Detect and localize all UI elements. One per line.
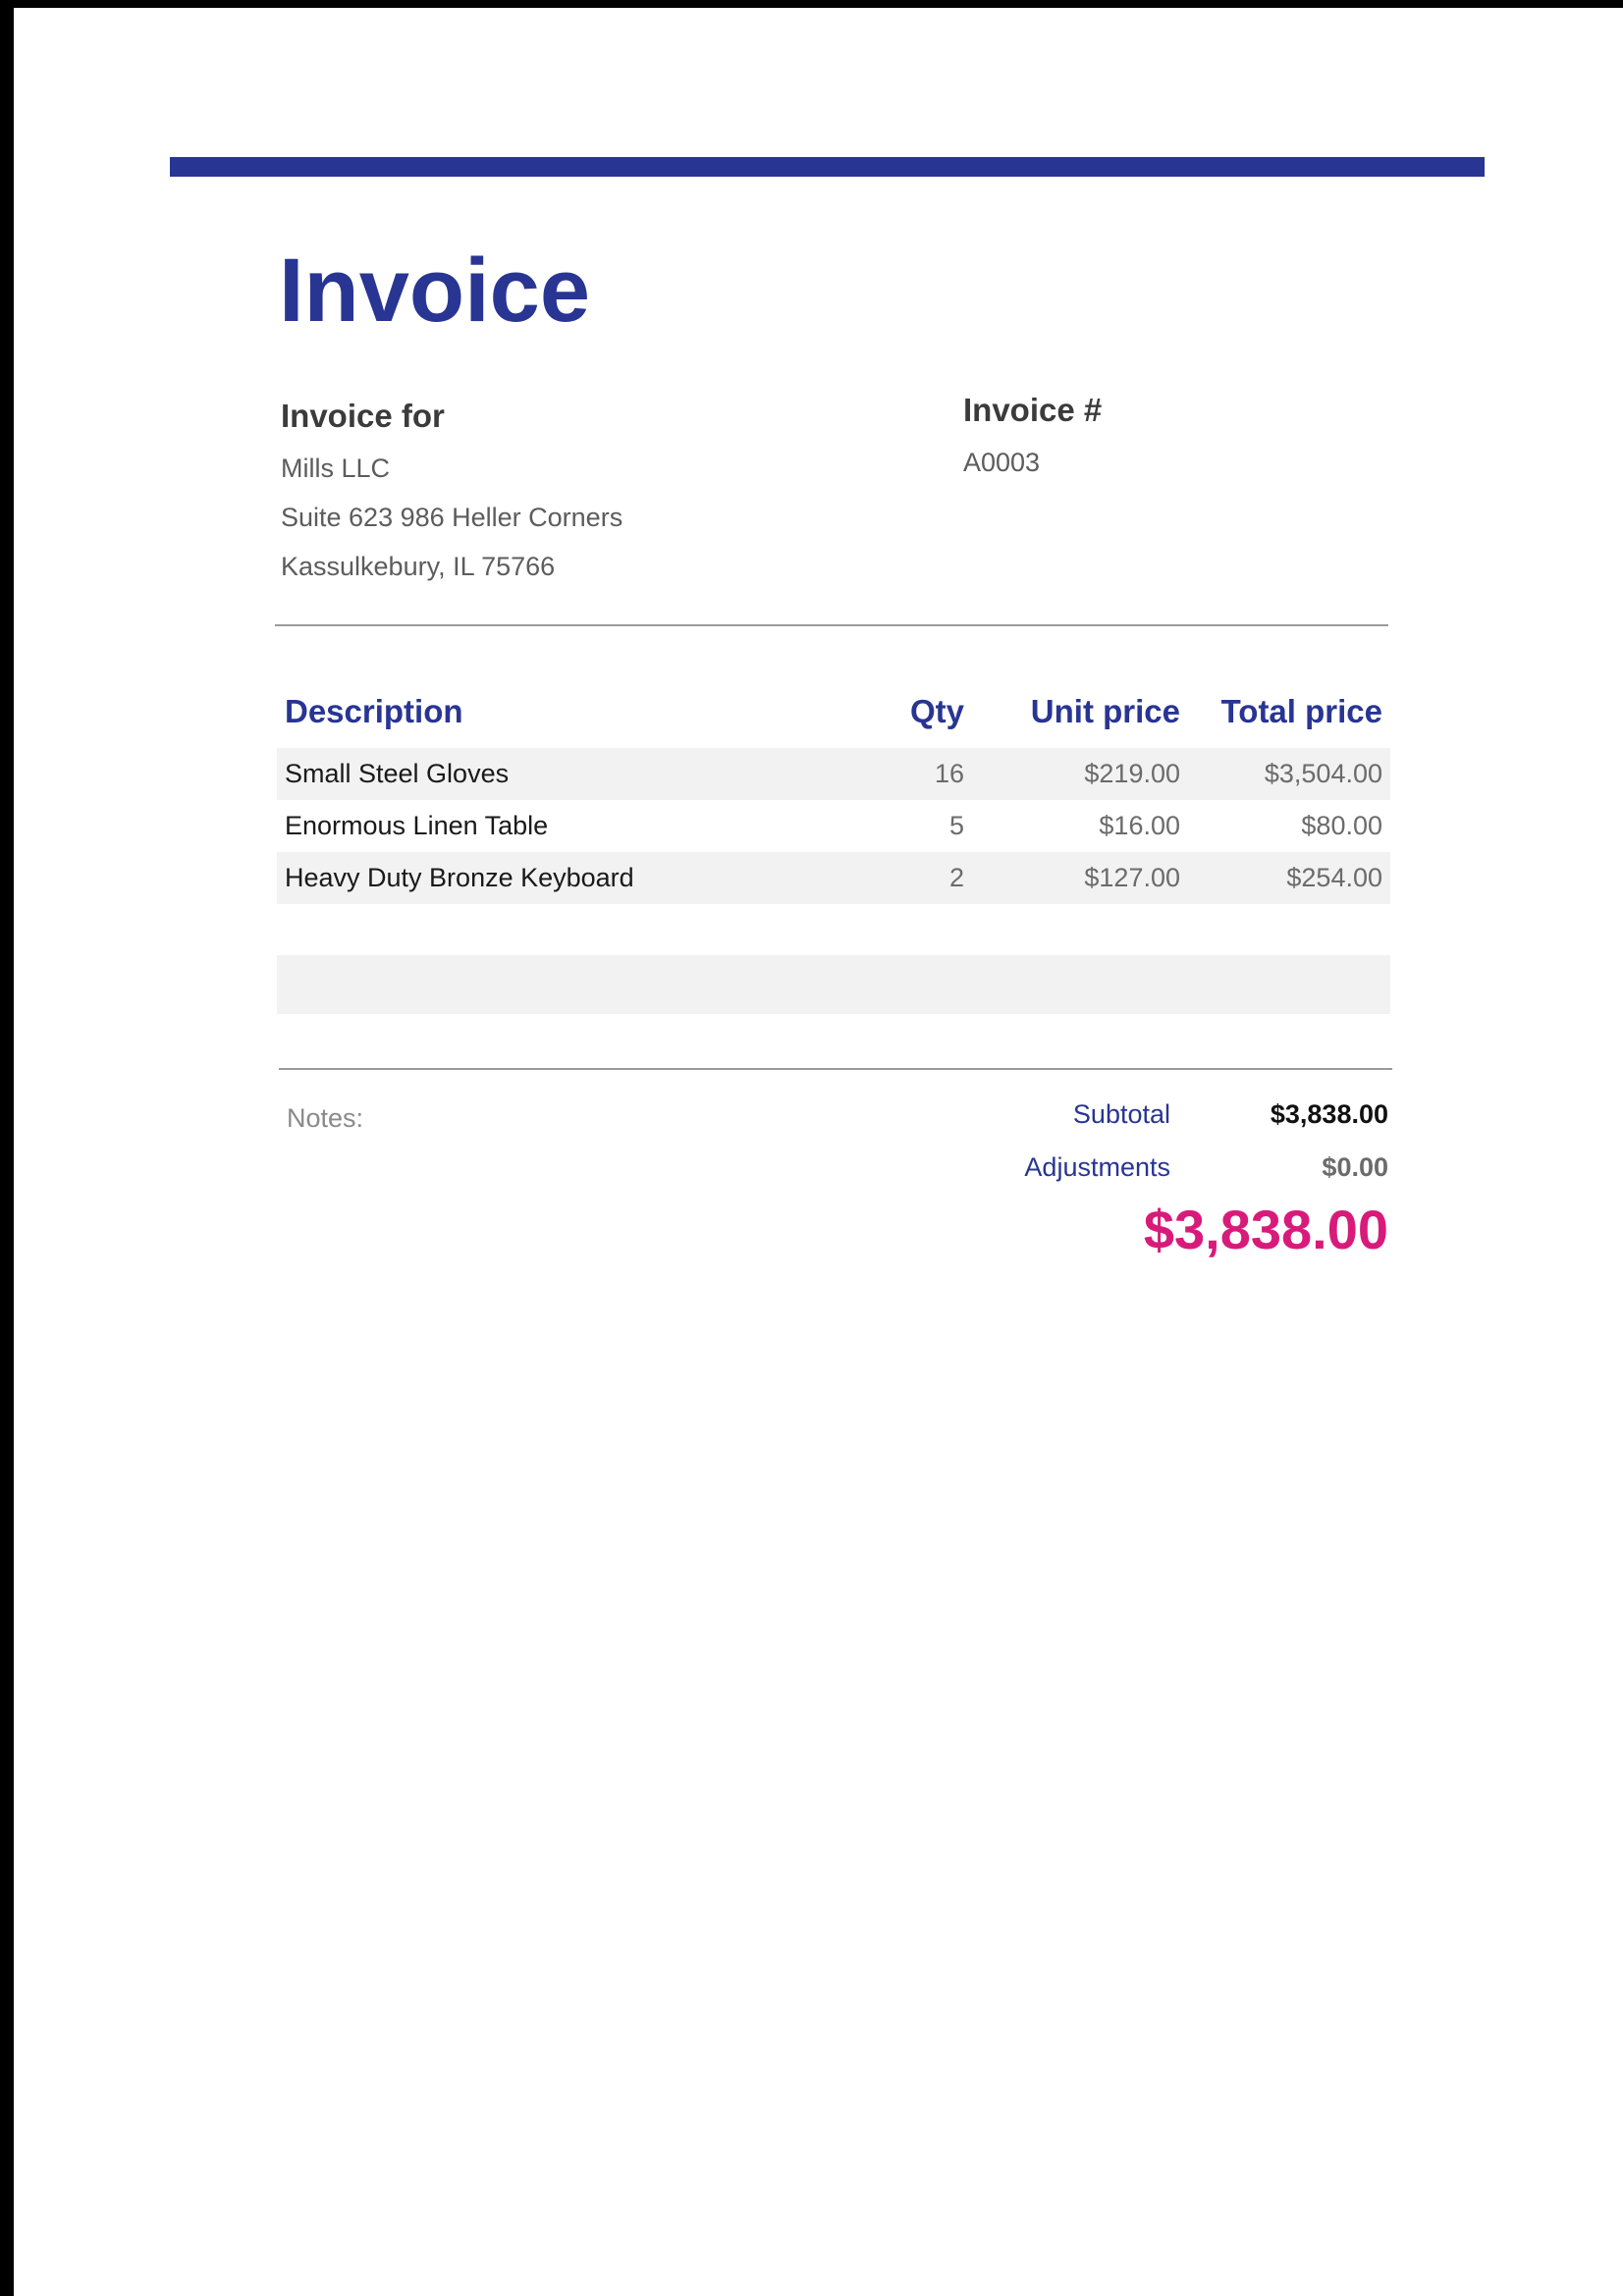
header-unit-price: Unit price (1030, 693, 1180, 729)
item-description: Small Steel Gloves (285, 759, 510, 788)
bill-to-address-line2: Kassulkebury, IL 75766 (281, 552, 556, 581)
header-accent-bar (170, 157, 1485, 177)
header-total-price: Total price (1220, 693, 1382, 729)
adjustments-row: Adjustments $0.00 (956, 1141, 1388, 1194)
table-row: Enormous Linen Table 5 $16.00 $80.00 (277, 800, 1390, 852)
item-total-price: $254.00 (1286, 863, 1382, 892)
bill-to-address-line1: Suite 623 986 Heller Corners (281, 503, 623, 532)
grand-total: $3,838.00 (1143, 1199, 1388, 1260)
item-unit-price: $16.00 (1099, 811, 1180, 840)
subtotal-label: Subtotal (1072, 1098, 1170, 1129)
table-row: Heavy Duty Bronze Keyboard 2 $127.00 $25… (277, 852, 1390, 904)
invoice-number-label: Invoice # (963, 392, 1103, 428)
item-total-price: $3,504.00 (1264, 759, 1382, 788)
item-total-price: $80.00 (1301, 811, 1382, 840)
invoice-title: Invoice (279, 240, 591, 341)
line-items-table: Description Qty Unit price Total price S… (277, 675, 1390, 1014)
notes-label: Notes: (287, 1103, 364, 1133)
invoice-number-section: Invoice # A0003 (963, 391, 1356, 487)
invoice-page: Invoice Invoice for Mills LLC Suite 623 … (14, 8, 1623, 2296)
item-qty: 5 (948, 811, 964, 840)
totals-section: Subtotal $3,838.00 Adjustments $0.00 $3,… (956, 1088, 1388, 1264)
table-header: Description Qty Unit price Total price (277, 675, 1390, 748)
bill-to-company: Mills LLC (281, 454, 391, 483)
invoice-number-value: A0003 (963, 448, 1041, 477)
item-unit-price: $219.00 (1084, 759, 1180, 788)
bill-to-label: Invoice for (281, 398, 445, 434)
empty-table-row (277, 955, 1390, 1014)
item-description: Enormous Linen Table (285, 811, 549, 840)
item-qty: 16 (934, 759, 964, 788)
table-spacer (277, 904, 1390, 955)
table-row: Small Steel Gloves 16 $219.00 $3,504.00 (277, 748, 1390, 800)
divider-bottom (279, 1068, 1392, 1070)
adjustments-value: $0.00 (1322, 1151, 1388, 1182)
header-description: Description (285, 693, 463, 729)
header-qty: Qty (909, 693, 964, 729)
item-description: Heavy Duty Bronze Keyboard (285, 863, 634, 892)
subtotal-row: Subtotal $3,838.00 (956, 1088, 1388, 1141)
divider-top (275, 624, 1388, 626)
subtotal-value: $3,838.00 (1270, 1098, 1388, 1129)
adjustments-label: Adjustments (1024, 1151, 1170, 1182)
item-qty: 2 (948, 863, 964, 892)
bill-to-section: Invoice for Mills LLC Suite 623 986 Hell… (281, 397, 870, 591)
item-unit-price: $127.00 (1084, 863, 1180, 892)
